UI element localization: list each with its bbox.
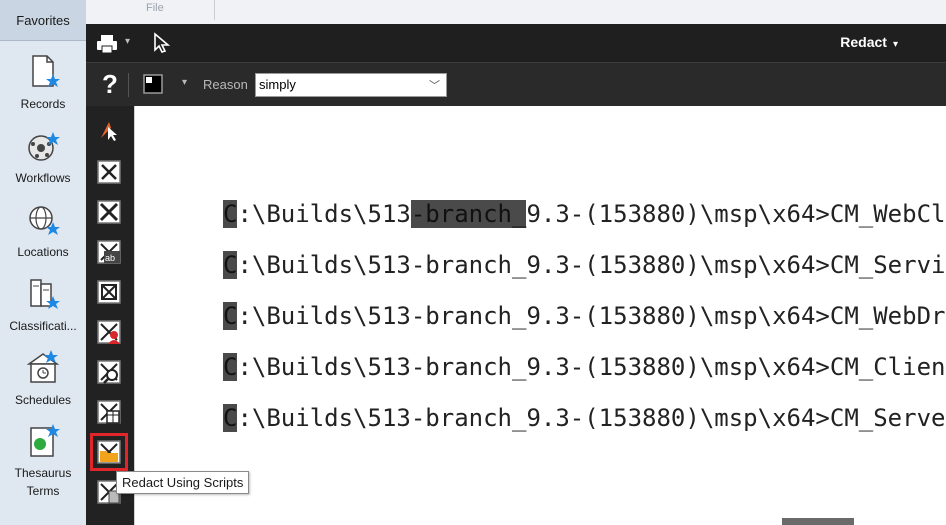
redaction-tool-column: ab (86, 106, 134, 525)
reason-label: Reason (203, 77, 248, 92)
redact-box-icon (97, 160, 121, 184)
viewer-toolbar: ▾ Redact ▾ (86, 24, 946, 62)
redact-region-icon (97, 200, 121, 224)
redact-table-tool[interactable] (93, 396, 125, 428)
redact-scripts-icon (97, 440, 121, 464)
pointer-icon (101, 122, 117, 141)
favorites-sidebar: Favorites Records Workflows Locations Cl… (0, 0, 87, 525)
redacted-mark: -branch_ (410, 200, 527, 228)
sidebar-item-label: Classificati... (9, 319, 77, 333)
redacted-mark: C (223, 251, 238, 279)
ribbon-tab-strip: File (86, 0, 946, 25)
line-text: :\Builds\513-branch_9.3-(153880)\msp\x64… (237, 302, 946, 330)
sidebar-item-label: Schedules (14, 393, 72, 407)
line-text: :\Builds\513-branch_9.3-(153880)\msp\x64… (237, 404, 946, 432)
redact-page-icon (97, 280, 121, 304)
document-view[interactable]: C:\Builds\513-branch_9.3-(153880)\msp\x6… (134, 106, 946, 525)
tooltip: Redact Using Scripts (116, 471, 250, 494)
reason-value: simply (259, 77, 296, 92)
redact-person-icon (97, 320, 121, 344)
locations-icon (29, 206, 60, 235)
print-dropdown-icon[interactable]: ▾ (125, 36, 130, 47)
file-tab[interactable]: File (146, 2, 164, 14)
sidebar-item-label: Records (20, 97, 66, 111)
workflows-icon (28, 132, 60, 161)
fill-color-icon[interactable] (142, 73, 166, 97)
favorites-header[interactable]: Favorites (0, 0, 86, 41)
redact-search-tool[interactable] (93, 356, 125, 388)
scrollbar-thumb[interactable] (782, 518, 854, 525)
help-icon[interactable]: ? (102, 69, 118, 100)
redact-using-scripts-tool[interactable] (90, 433, 128, 471)
cursor-arrow-icon[interactable] (152, 32, 172, 54)
reason-select[interactable]: simply ﹀ (255, 73, 447, 97)
divider (128, 73, 129, 97)
document-line: C:\Builds\513-branch_9.3-(153880)\msp\x6… (223, 353, 945, 381)
redact-text-tool[interactable]: ab (93, 236, 125, 268)
document-line: C:\Builds\513-branch_9.3-(153880)\msp\x6… (223, 251, 945, 279)
line-text: :\Builds\513 (237, 200, 411, 228)
redact-region-tool[interactable] (93, 196, 125, 228)
divider (214, 0, 215, 20)
redact-text-icon: ab (97, 240, 121, 264)
redact-menu-label: Redact (840, 34, 887, 50)
sidebar-item-workflows[interactable]: Workflows (0, 126, 86, 188)
sidebar-item-schedules[interactable]: Schedules (0, 348, 86, 410)
redact-table-icon (97, 400, 121, 424)
sidebar-item-locations[interactable]: Locations (0, 200, 86, 262)
redacted-mark: C (223, 353, 238, 381)
redacted-mark: C (223, 404, 238, 432)
document-line: C:\Builds\513-branch_9.3-(153880)\msp\x6… (223, 302, 945, 330)
document-line: C:\Builds\513-branch_9.3-(153880)\msp\x6… (223, 200, 945, 228)
print-icon[interactable] (96, 34, 118, 54)
redact-search-icon (97, 360, 121, 384)
chevron-down-icon: ﹀ (429, 80, 440, 92)
chevron-down-icon: ▾ (892, 39, 898, 50)
sidebar-item-label: Locations (17, 245, 69, 259)
classifications-icon (30, 279, 60, 309)
redaction-toolbar: ? ▾ Reason simply ﹀ (86, 62, 946, 107)
document-line: C:\Builds\513-branch_9.3-(153880)\msp\x6… (223, 404, 945, 432)
sidebar-item-label-2: Terms (26, 484, 60, 498)
pointer-tool[interactable] (93, 114, 125, 146)
schedules-icon (26, 350, 60, 383)
sidebar-item-classifications[interactable]: Classificati... (0, 274, 86, 336)
records-icon (32, 55, 60, 87)
redacted-mark: C (223, 302, 238, 330)
line-text: :\Builds\513-branch_9.3-(153880)\msp\x64… (237, 353, 946, 381)
sidebar-item-records[interactable]: Records (0, 52, 86, 114)
redacted-mark: C (223, 200, 238, 228)
fill-color-dropdown-icon[interactable]: ▾ (182, 77, 187, 88)
redact-person-tool[interactable] (93, 316, 125, 348)
thesaurus-icon (30, 424, 60, 457)
redact-page-tool[interactable] (93, 276, 125, 308)
line-text: :\Builds\513-branch_9.3-(153880)\msp\x64… (237, 251, 946, 279)
sidebar-item-thesaurus[interactable]: Thesaurus Terms (0, 422, 86, 500)
sidebar-item-label: Workflows (15, 171, 71, 185)
line-text: 9.3-(153880)\msp\x64>CM_WebCl (526, 200, 946, 228)
sidebar-item-label: Thesaurus (14, 466, 72, 480)
redact-area-tool[interactable] (93, 156, 125, 188)
svg-text:ab: ab (105, 253, 115, 263)
redact-menu[interactable]: Redact ▾ (840, 34, 898, 50)
